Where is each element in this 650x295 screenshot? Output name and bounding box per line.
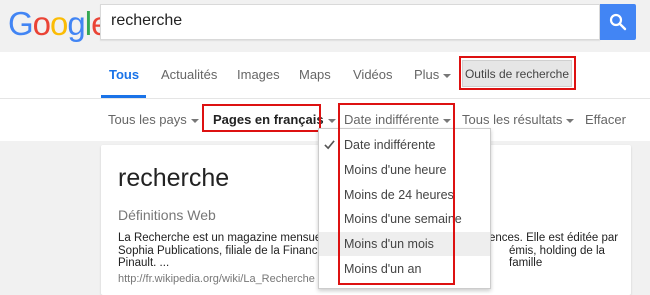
logo-letter: o bbox=[50, 5, 68, 42]
search-icon bbox=[609, 13, 627, 31]
google-logo[interactable]: Google bbox=[8, 4, 109, 44]
country-filter-label: Tous les pays bbox=[108, 112, 187, 127]
chevron-down-icon bbox=[443, 73, 452, 78]
card-title: recherche bbox=[118, 164, 230, 192]
tab-maps[interactable]: Maps bbox=[299, 67, 331, 82]
chevron-down-icon bbox=[566, 118, 575, 123]
snippet-text: Sophia Publications, filiale de la Finan… bbox=[118, 244, 327, 257]
active-tab-indicator bbox=[101, 95, 146, 98]
checkmark-icon bbox=[324, 140, 335, 150]
snippet-text: La Recherche est un magazine mensuel bbox=[118, 232, 324, 244]
search-button[interactable] bbox=[600, 4, 636, 40]
logo-letter: g bbox=[67, 5, 85, 42]
tab-tous[interactable]: Tous bbox=[109, 67, 139, 82]
search-box[interactable] bbox=[100, 4, 600, 40]
tab-actualites[interactable]: Actualités bbox=[161, 67, 217, 82]
tab-plus[interactable]: Plus bbox=[414, 67, 452, 82]
top-bar: Google bbox=[0, 0, 650, 52]
card-subtitle: Définitions Web bbox=[118, 207, 216, 223]
logo-letter: o bbox=[32, 5, 51, 42]
tab-images[interactable]: Images bbox=[237, 67, 280, 82]
highlight-box-date bbox=[338, 103, 455, 285]
highlight-box-tools bbox=[459, 56, 576, 90]
source-url[interactable]: http://fr.wikipedia.org/wiki/La_Recherch… bbox=[118, 273, 315, 285]
search-input[interactable] bbox=[111, 5, 581, 37]
tab-videos[interactable]: Vidéos bbox=[353, 67, 393, 82]
tab-plus-label: Plus bbox=[414, 67, 440, 82]
chevron-down-icon bbox=[190, 118, 199, 123]
results-filter-label: Tous les résultats bbox=[462, 112, 563, 127]
results-filter[interactable]: Tous les résultats bbox=[462, 112, 575, 127]
highlight-box-language bbox=[202, 104, 321, 132]
chevron-down-icon bbox=[327, 118, 336, 123]
country-filter[interactable]: Tous les pays bbox=[108, 112, 199, 127]
clear-filters-link[interactable]: Effacer bbox=[585, 112, 626, 127]
snippet-text: ences. Elle est éditée par bbox=[489, 232, 619, 244]
logo-letter: G bbox=[8, 5, 34, 42]
snippet-text: émis, holding de la famille bbox=[509, 244, 605, 270]
